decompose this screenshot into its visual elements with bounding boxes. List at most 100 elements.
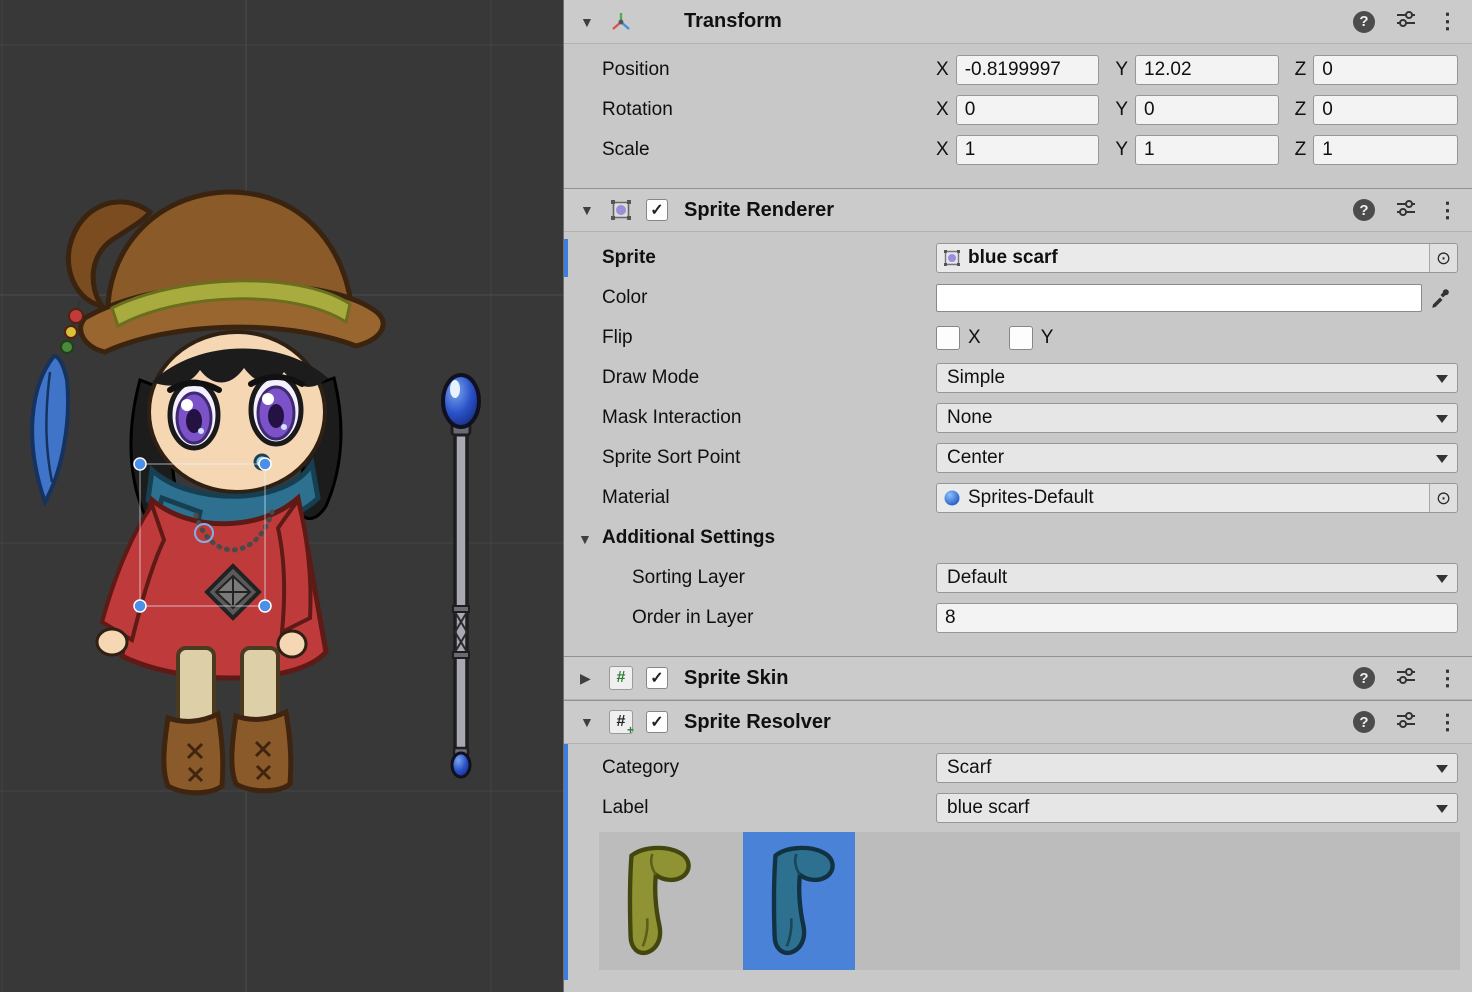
- object-picker-icon[interactable]: ⊙: [1429, 484, 1457, 512]
- component-enabled-checkbox[interactable]: ✓: [646, 199, 668, 221]
- sprite-variant-blue-scarf-selected[interactable]: [743, 832, 855, 970]
- label-value: blue scarf: [947, 797, 1029, 819]
- material-object-field[interactable]: Sprites-Default ⊙: [936, 483, 1458, 513]
- scale-y-field[interactable]: [1135, 135, 1279, 165]
- flip-y-checkbox[interactable]: [1009, 326, 1033, 350]
- kebab-menu-icon[interactable]: ⋮: [1437, 712, 1458, 733]
- transform-header[interactable]: ▼ Transform ?: [564, 0, 1472, 44]
- corner-handle-bottom-left[interactable]: [134, 600, 146, 612]
- scene-view[interactable]: [0, 0, 563, 992]
- sprite-resolver-icon: #+: [608, 709, 634, 735]
- foldout-closed-icon[interactable]: ▶: [580, 670, 600, 687]
- position-z-field[interactable]: [1313, 55, 1458, 85]
- kebab-menu-icon[interactable]: ⋮: [1437, 668, 1458, 689]
- mask-interaction-dropdown[interactable]: None: [936, 403, 1458, 433]
- sprite-resolver-header[interactable]: ▼ #+ ✓ Sprite Resolver ? ⋮: [564, 700, 1472, 744]
- eyedropper-icon[interactable]: [1422, 283, 1458, 313]
- material-object-name: Sprites-Default: [968, 487, 1094, 509]
- help-icon[interactable]: ?: [1353, 11, 1375, 33]
- corner-handle-bottom-right[interactable]: [259, 600, 271, 612]
- sprite-resolver-body: Category Scarf Label blue scarf: [564, 744, 1472, 980]
- presets-icon[interactable]: [1395, 709, 1417, 736]
- axis-z-label: Z: [1295, 59, 1307, 81]
- corner-handle-top-left[interactable]: [134, 458, 146, 470]
- material-sphere-icon: [942, 488, 962, 508]
- flip-y-label: Y: [1041, 327, 1054, 349]
- color-label: Color: [602, 287, 936, 309]
- sprite-renderer-icon: [608, 197, 634, 223]
- sprite-renderer-header[interactable]: ▼ ✓ Sprite Renderer ?: [564, 188, 1472, 232]
- position-y-field[interactable]: [1135, 55, 1279, 85]
- order-in-layer-label: Order in Layer: [602, 607, 936, 629]
- sprite-renderer-title: Sprite Renderer: [684, 199, 834, 222]
- rotation-y-field[interactable]: [1135, 95, 1279, 125]
- additional-settings-label: Additional Settings: [602, 527, 936, 549]
- sprite-row: Sprite blue scarf ⊙: [564, 238, 1472, 278]
- foldout-open-icon[interactable]: ▼: [580, 14, 600, 30]
- help-icon[interactable]: ?: [1353, 711, 1375, 733]
- kebab-menu-icon[interactable]: ⋮: [1437, 11, 1458, 32]
- sprite-resolver-title: Sprite Resolver: [684, 711, 831, 734]
- label-dropdown[interactable]: blue scarf: [936, 793, 1458, 823]
- character-sprite[interactable]: [32, 192, 383, 793]
- axis-y-label: Y: [1115, 139, 1128, 161]
- sprite-sort-point-label: Sprite Sort Point: [602, 447, 936, 469]
- draw-mode-value: Simple: [947, 367, 1005, 389]
- corner-handle-top-right[interactable]: [259, 458, 271, 470]
- draw-mode-label: Draw Mode: [602, 367, 936, 389]
- material-label: Material: [602, 487, 936, 509]
- help-icon[interactable]: ?: [1353, 667, 1375, 689]
- sprite-object-field[interactable]: blue scarf ⊙: [936, 243, 1458, 273]
- sorting-layer-dropdown[interactable]: Default: [936, 563, 1458, 593]
- draw-mode-dropdown[interactable]: Simple: [936, 363, 1458, 393]
- additional-settings-row[interactable]: ▼ Additional Settings: [564, 518, 1472, 558]
- foldout-open-icon[interactable]: ▼: [580, 714, 600, 730]
- foldout-open-icon[interactable]: ▼: [580, 202, 600, 218]
- sorting-layer-row: Sorting Layer Default: [564, 558, 1472, 598]
- rotation-x-field[interactable]: [956, 95, 1100, 125]
- sprite-skin-icon: #: [608, 665, 634, 691]
- category-row: Category Scarf: [564, 748, 1472, 788]
- component-enabled-checkbox[interactable]: ✓: [646, 711, 668, 733]
- color-swatch[interactable]: [936, 284, 1422, 312]
- presets-icon[interactable]: [1395, 8, 1417, 35]
- position-label: Position: [602, 59, 936, 81]
- label-label: Label: [602, 797, 936, 819]
- category-value: Scarf: [947, 757, 991, 779]
- order-in-layer-field[interactable]: [936, 603, 1458, 633]
- sorting-layer-value: Default: [947, 567, 1007, 589]
- staff-sprite[interactable]: [443, 375, 479, 777]
- foldout-open-icon[interactable]: ▼: [578, 531, 592, 547]
- flip-label: Flip: [602, 327, 936, 349]
- component-enabled-checkbox[interactable]: ✓: [646, 667, 668, 689]
- chevron-down-icon: [1436, 575, 1448, 583]
- flip-row: Flip X Y: [564, 318, 1472, 358]
- sprite-sort-point-dropdown[interactable]: Center: [936, 443, 1458, 473]
- transform-icon: [608, 9, 634, 35]
- help-icon[interactable]: ?: [1353, 199, 1375, 221]
- kebab-menu-icon[interactable]: ⋮: [1437, 200, 1458, 221]
- sprite-skin-title: Sprite Skin: [684, 667, 788, 690]
- scale-row: Scale X Y Z: [564, 130, 1472, 170]
- scale-x-field[interactable]: [956, 135, 1100, 165]
- presets-icon[interactable]: [1395, 197, 1417, 224]
- axis-x-label: X: [936, 99, 949, 121]
- category-dropdown[interactable]: Scarf: [936, 753, 1458, 783]
- chevron-down-icon: [1436, 455, 1448, 463]
- sprite-skin-header[interactable]: ▶ # ✓ Sprite Skin ? ⋮: [564, 656, 1472, 700]
- sprite-label: Sprite: [602, 247, 936, 269]
- mask-interaction-label: Mask Interaction: [602, 407, 936, 429]
- sprite-object-name: blue scarf: [968, 247, 1058, 269]
- position-x-field[interactable]: [956, 55, 1100, 85]
- rotation-z-field[interactable]: [1313, 95, 1458, 125]
- sprite-sort-point-row: Sprite Sort Point Center: [564, 438, 1472, 478]
- chevron-down-icon: [1436, 805, 1448, 813]
- object-picker-icon[interactable]: ⊙: [1429, 244, 1457, 272]
- scale-z-field[interactable]: [1313, 135, 1458, 165]
- material-row: Material Sprites-Default ⊙: [564, 478, 1472, 518]
- transform-title: Transform: [684, 10, 782, 33]
- sprite-variant-green-scarf[interactable]: [599, 832, 711, 970]
- flip-x-checkbox[interactable]: [936, 326, 960, 350]
- mask-interaction-value: None: [947, 407, 992, 429]
- presets-icon[interactable]: [1395, 665, 1417, 692]
